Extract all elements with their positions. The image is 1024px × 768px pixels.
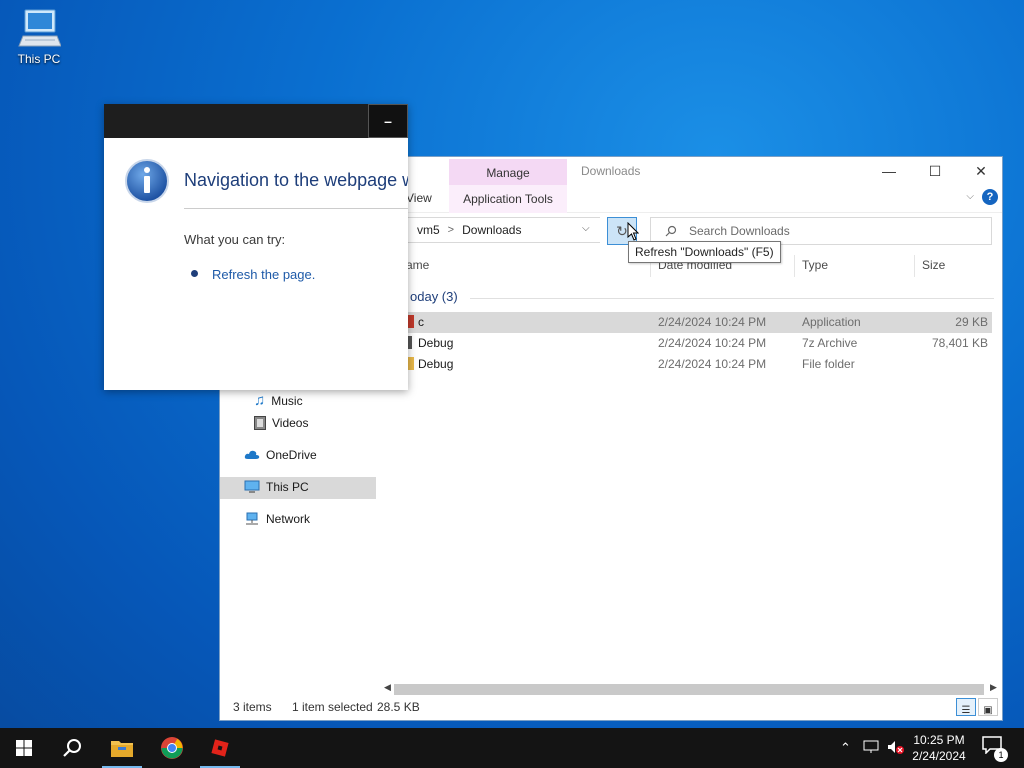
file-name: Debug — [418, 357, 454, 371]
desktop-icon-this-pc[interactable]: This PC — [10, 8, 68, 66]
nav-item-music[interactable]: ♫ Music — [254, 392, 303, 409]
maximize-button[interactable]: ☐ — [912, 157, 958, 185]
file-size: 29 KB — [955, 315, 988, 329]
taskbar-file-explorer[interactable] — [98, 728, 146, 768]
file-name: Debug — [418, 336, 454, 350]
scroll-left-arrow-icon[interactable]: ◀ — [384, 682, 391, 693]
info-icon — [125, 159, 169, 203]
minimize-button[interactable]: — — [866, 157, 912, 185]
dialog-heading: Navigation to the webpage w — [184, 170, 408, 190]
ribbon-tab-application-tools[interactable]: Application Tools — [449, 185, 567, 213]
help-icon[interactable]: ? — [982, 189, 998, 205]
large-icons-view-icon: ▣ — [983, 705, 993, 716]
file-row[interactable]: Debug 2/24/2024 10:24 PM 7z Archive 78,4… — [406, 333, 992, 354]
system-clock[interactable]: 10:25 PM 2/24/2024 — [904, 732, 974, 764]
clock-date: 2/24/2024 — [912, 749, 966, 763]
address-dropdown-chevron-icon[interactable]: ⌵ — [582, 223, 590, 234]
network-icon — [246, 512, 258, 525]
action-center-button[interactable]: 1 — [982, 736, 1008, 762]
search-icon — [63, 739, 81, 757]
address-segment-vm5[interactable]: vm5 — [417, 223, 440, 237]
dialog-divider — [184, 208, 408, 209]
nav-item-videos[interactable]: Videos — [254, 416, 308, 430]
mouse-cursor-icon — [627, 222, 639, 241]
computer-icon — [18, 9, 61, 47]
folder-icon — [111, 741, 133, 757]
desktop-icon-label: This PC — [17, 52, 61, 66]
ribbon-tab-manage[interactable]: Manage — [449, 159, 567, 187]
file-size: 78,401 KB — [931, 336, 988, 350]
window-title: Downloads — [581, 164, 641, 178]
status-bar: 3 items 1 item selected 28.5 KB ☰ ▣ — [220, 694, 1002, 720]
large-icons-view-button[interactable]: ▣ — [978, 698, 998, 716]
column-separator[interactable] — [914, 255, 915, 277]
file-name: c — [418, 315, 424, 329]
search-button[interactable] — [48, 728, 96, 768]
nav-item-label: Network — [266, 512, 311, 526]
music-icon: ♫ — [254, 392, 266, 409]
ribbon-expand-chevron-icon[interactable]: ⌵ — [966, 191, 974, 202]
dialog-subheading: What you can try: — [184, 232, 286, 247]
file-type: Application — [802, 315, 861, 329]
navigation-error-dialog: – Navigation to the webpage w What you c… — [104, 104, 408, 390]
details-view-icon: ☰ — [961, 705, 971, 716]
start-button[interactable] — [0, 728, 48, 768]
close-button[interactable]: ✕ — [958, 157, 1004, 185]
refresh-page-link[interactable]: Refresh the page. — [212, 267, 315, 282]
notification-count-badge: 1 — [994, 748, 1008, 762]
breadcrumb-separator-icon: > — [447, 224, 455, 236]
taskbar: ⌃ 10:25 PM 2/24/2024 1 — [0, 728, 1024, 768]
details-view-button[interactable]: ☰ — [956, 698, 976, 716]
tray-overflow-chevron-icon[interactable]: ⌃ — [840, 740, 851, 756]
nav-item-this-pc[interactable]: This PC — [244, 480, 309, 494]
bullet-icon — [191, 270, 198, 277]
refresh-tooltip: Refresh "Downloads" (F5) — [628, 241, 781, 263]
chrome-icon — [161, 737, 183, 759]
column-header-size[interactable]: Size — [922, 258, 945, 272]
dialog-minimize-button[interactable]: – — [368, 104, 408, 138]
nav-item-label: This PC — [266, 480, 309, 494]
taskbar-roblox[interactable] — [196, 728, 244, 768]
group-header-today[interactable]: oday (3) — [410, 289, 458, 304]
scroll-right-arrow-icon[interactable]: ▶ — [990, 682, 997, 693]
address-bar[interactable]: vm5 > Downloads — [406, 217, 600, 243]
nav-item-onedrive[interactable]: OneDrive — [244, 448, 317, 462]
taskbar-chrome[interactable] — [148, 728, 196, 768]
address-segment-downloads[interactable]: Downloads — [462, 223, 521, 237]
file-row[interactable]: Debug 2/24/2024 10:24 PM File folder — [406, 354, 992, 375]
file-row[interactable]: c 2/24/2024 10:24 PM Application 29 KB — [406, 312, 992, 333]
network-status-icon[interactable] — [863, 740, 879, 754]
dialog-title-bar: – — [104, 104, 408, 138]
column-separator[interactable] — [794, 255, 795, 277]
roblox-icon — [211, 739, 229, 757]
file-type: File folder — [802, 357, 855, 371]
clock-time: 10:25 PM — [913, 733, 965, 747]
search-icon — [665, 225, 677, 237]
status-size: 28.5 KB — [377, 700, 420, 714]
column-header-type[interactable]: Type — [802, 258, 828, 272]
group-divider — [470, 298, 994, 299]
nav-item-network[interactable]: Network — [244, 512, 310, 526]
file-date: 2/24/2024 10:24 PM — [658, 336, 767, 350]
status-selected: 1 item selected — [292, 700, 373, 714]
windows-logo-icon — [16, 740, 32, 756]
volume-muted-icon[interactable] — [887, 740, 905, 754]
computer-icon — [244, 480, 260, 493]
status-item-count: 3 items — [233, 700, 272, 714]
cloud-icon — [244, 450, 260, 459]
column-header-name[interactable]: ame — [406, 258, 429, 272]
nav-item-label: Music — [271, 393, 303, 408]
search-placeholder: Search Downloads — [689, 224, 790, 238]
video-icon — [254, 416, 266, 430]
nav-item-label: Videos — [272, 416, 309, 430]
file-date: 2/24/2024 10:24 PM — [658, 315, 767, 329]
nav-item-label: OneDrive — [266, 448, 317, 462]
ribbon-tab-view[interactable]: View — [406, 191, 432, 205]
file-type: 7z Archive — [802, 336, 858, 350]
file-date: 2/24/2024 10:24 PM — [658, 357, 767, 371]
